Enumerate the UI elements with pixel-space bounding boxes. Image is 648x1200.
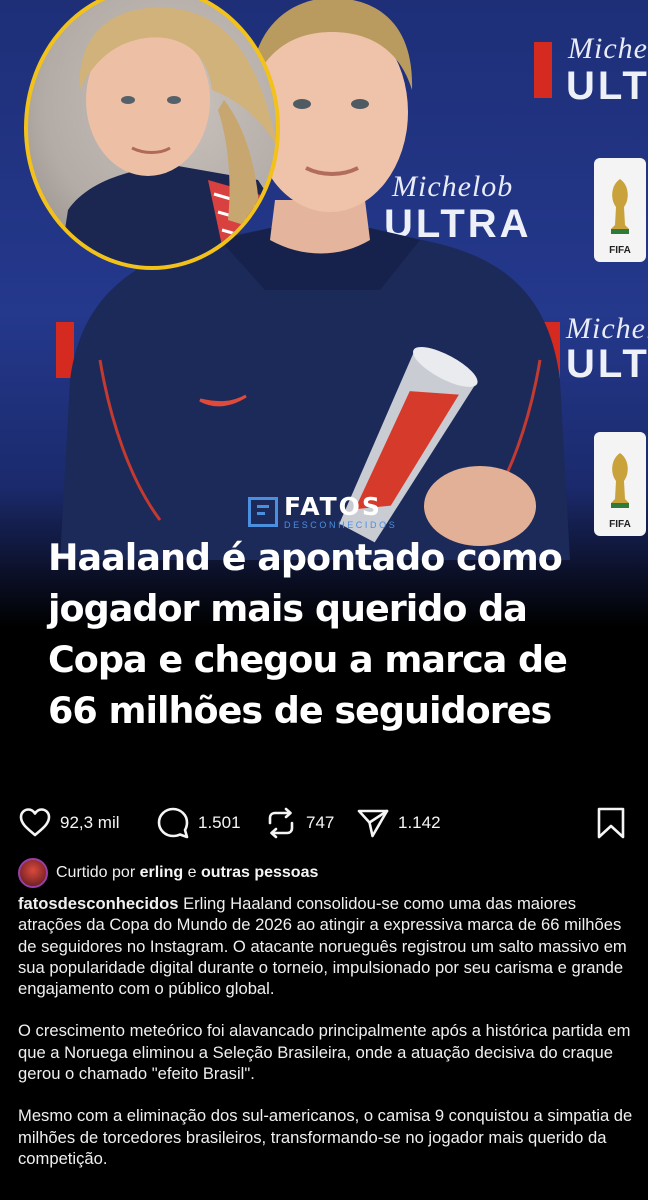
- logo-mark-icon: [248, 497, 278, 527]
- caption-paragraph: Mesmo com a eliminação dos sul-americano…: [18, 1106, 633, 1168]
- bookmark-icon[interactable]: [594, 806, 628, 840]
- logo-main-text: FATOS: [284, 492, 382, 521]
- share-count: 1.142: [398, 813, 441, 832]
- liked-by-user[interactable]: erling: [140, 864, 184, 881]
- fatos-desconhecidos-logo: FATOS DESCONHECIDOS: [248, 494, 397, 530]
- world-cup-trophy-icon: [611, 453, 629, 508]
- like-action[interactable]: 92,3 mil: [18, 806, 120, 840]
- comment-icon[interactable]: [156, 806, 190, 840]
- comment-action[interactable]: 1.501: [156, 806, 241, 840]
- liked-by-others[interactable]: outras pessoas: [201, 864, 318, 881]
- comment-count: 1.501: [198, 813, 241, 832]
- post-image[interactable]: Michelob ULTRA FIFA Michelob ULTRA Miche…: [0, 0, 648, 785]
- caption-paragraph: fatosdesconhecidos Erling Haaland consol…: [18, 893, 638, 999]
- caption-paragraph: O crescimento meteórico foi alavancado p…: [18, 1021, 631, 1084]
- post-action-bar: 92,3 mil 1.501 747 1.142: [0, 800, 648, 846]
- repost-count: 747: [306, 813, 335, 832]
- fifa-badge-label: FIFA: [609, 245, 631, 256]
- post-caption: fatosdesconhecidos Erling Haaland consol…: [18, 893, 638, 1190]
- send-icon[interactable]: [356, 806, 390, 840]
- fifa-badge: FIFA: [594, 432, 646, 536]
- liked-by-prefix: Curtido por: [56, 864, 136, 881]
- repost-icon[interactable]: [264, 806, 298, 840]
- like-count: 92,3 mil: [60, 813, 120, 832]
- world-cup-trophy-icon: [611, 179, 629, 234]
- share-action[interactable]: 1.142: [356, 806, 441, 840]
- liker-avatar[interactable]: [18, 858, 48, 888]
- liked-by-conjunction: e: [187, 864, 197, 881]
- heart-icon[interactable]: [18, 806, 52, 840]
- fifa-badge-label: FIFA: [609, 519, 631, 530]
- liked-by-row[interactable]: Curtido por erling e outras pessoas: [18, 858, 318, 888]
- save-action[interactable]: [594, 806, 628, 840]
- fifa-badge: FIFA: [594, 158, 646, 262]
- repost-action[interactable]: 747: [264, 806, 334, 840]
- logo-sub-text: DESCONHECIDOS: [284, 520, 398, 530]
- caption-username[interactable]: fatosdesconhecidos: [18, 894, 178, 913]
- post-headline: Haaland é apontado como jogador mais que…: [48, 536, 568, 732]
